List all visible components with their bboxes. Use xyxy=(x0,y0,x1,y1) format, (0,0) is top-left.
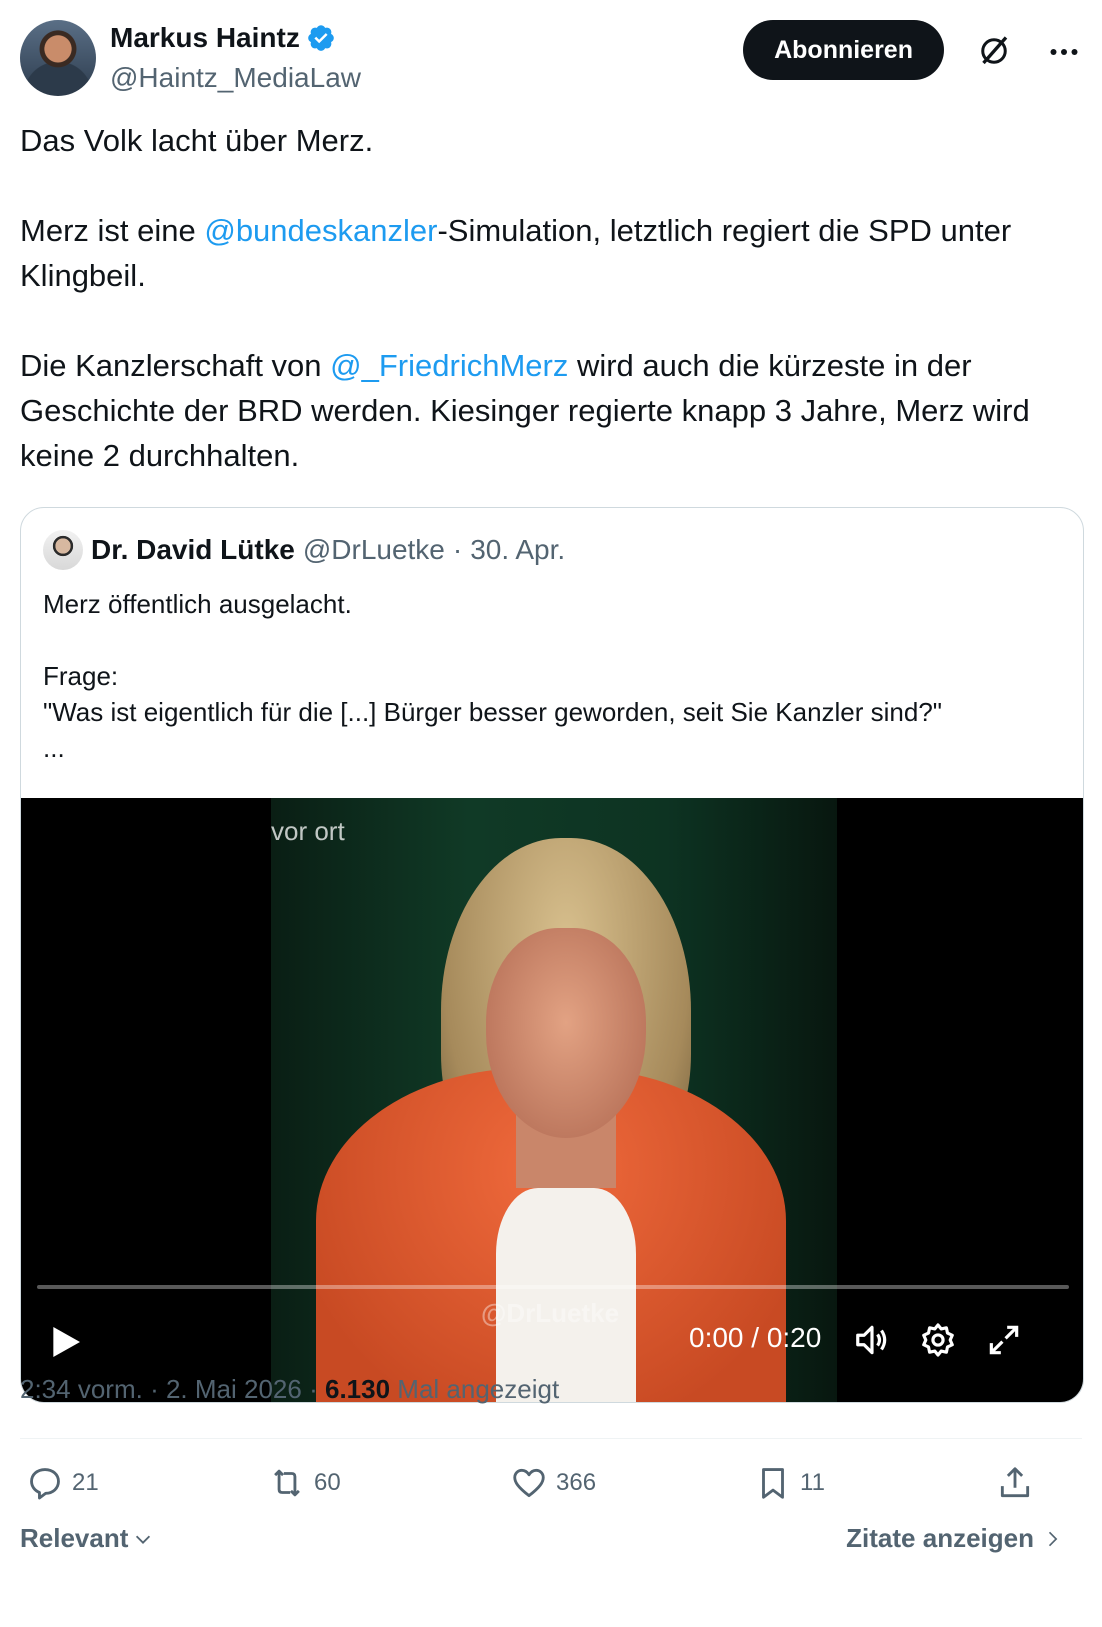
sort-label: Relevant xyxy=(20,1523,129,1553)
tweet-actions: 21 60 366 11 xyxy=(20,1458,1082,1508)
heart-icon xyxy=(513,1468,545,1498)
quote-author-name[interactable]: Dr. David Lütke xyxy=(91,534,295,566)
author-display-name[interactable]: Markus Haintz xyxy=(110,22,300,54)
quote-author-handle[interactable]: @DrLuetke xyxy=(303,534,445,566)
play-icon[interactable] xyxy=(45,1318,85,1366)
volume-icon[interactable] xyxy=(853,1321,891,1359)
like-button[interactable]: 366 xyxy=(510,1458,596,1508)
tweet-time[interactable]: 2:34 vorm. xyxy=(20,1374,143,1404)
repost-button[interactable]: 60 xyxy=(268,1458,341,1508)
settings-gear-icon[interactable] xyxy=(919,1321,957,1359)
fullscreen-icon[interactable] xyxy=(985,1321,1023,1359)
bookmark-button[interactable]: 11 xyxy=(754,1458,825,1508)
grok-icon[interactable] xyxy=(976,33,1012,69)
video-player[interactable]: vor ort @DrLuetke 0:00 / 0:20 xyxy=(21,798,1083,1402)
meta-separator: · xyxy=(309,1374,318,1404)
video-subject-face xyxy=(486,928,646,1138)
tweet-paragraph-3: Die Kanzlerschaft von @_FriedrichMerz wi… xyxy=(20,343,1082,478)
divider xyxy=(20,1438,1082,1439)
tweet-date[interactable]: 2. Mai 2026 xyxy=(166,1374,302,1404)
video-progress-bar[interactable] xyxy=(37,1285,1069,1289)
reply-count: 21 xyxy=(72,1469,99,1496)
quote-separator: · xyxy=(452,534,463,565)
quote-line-2: Frage: xyxy=(43,661,119,691)
tweet-paragraph-2: Merz ist eine @bundeskanzler-Simulation,… xyxy=(20,208,1082,298)
tweet-meta: 2:34 vorm. · 2. Mai 2026 · 6.130 Mal ang… xyxy=(20,1374,559,1405)
quote-header: Dr. David Lütke @DrLuetke · 30. Apr. xyxy=(43,530,565,570)
chevron-right-icon xyxy=(1048,1531,1058,1546)
author-name-row: Markus Haintz xyxy=(110,22,336,54)
bookmark-count: 11 xyxy=(800,1469,825,1496)
chevron-down-icon xyxy=(136,1535,151,1544)
quote-line-1: Merz öffentlich ausgelacht. xyxy=(43,589,352,619)
view-count: 6.130 xyxy=(324,1374,391,1404)
repost-count: 60 xyxy=(314,1469,341,1496)
share-icon xyxy=(1000,1467,1030,1498)
author-handle[interactable]: @Haintz_MediaLaw xyxy=(110,62,361,94)
view-count-label: Mal angezeigt xyxy=(397,1374,560,1404)
view-quotes-label: Zitate anzeigen xyxy=(846,1523,1034,1553)
video-watermark-top: vor ort xyxy=(271,816,345,846)
share-button[interactable] xyxy=(996,1458,1034,1508)
sort-replies-dropdown[interactable]: Relevant xyxy=(20,1523,154,1554)
video-time: 0:00 / 0:20 xyxy=(689,1322,822,1353)
verified-badge-icon[interactable] xyxy=(306,23,336,53)
tweet-text-segment: Die Kanzlerschaft von xyxy=(20,348,331,383)
follow-button[interactable]: Abonnieren xyxy=(743,20,944,80)
tweet-header: Markus Haintz @Haintz_MediaLaw Abonniere… xyxy=(20,20,1082,96)
meta-separator: · xyxy=(150,1374,159,1404)
view-quotes-link[interactable]: Zitate anzeigen xyxy=(846,1523,1062,1554)
reply-icon xyxy=(30,1468,60,1500)
reply-button[interactable]: 21 xyxy=(26,1458,99,1508)
author-avatar[interactable] xyxy=(20,20,96,96)
mention-link-bundeskanzler[interactable]: @bundeskanzler xyxy=(204,213,437,248)
quote-author-avatar[interactable] xyxy=(43,530,83,570)
tweet-text-segment: Merz ist eine xyxy=(20,213,205,248)
quoted-tweet[interactable]: Dr. David Lütke @DrLuetke · 30. Apr. Mer… xyxy=(20,507,1084,1403)
tweet-paragraph-1: Das Volk lacht über Merz. xyxy=(20,123,374,158)
quote-line-3: "Was ist eigentlich für die [...] Bürger… xyxy=(43,697,943,727)
quote-text: Merz öffentlich ausgelacht. Frage: "Was … xyxy=(43,586,1053,766)
quote-line-4: ... xyxy=(43,733,65,763)
video-controls: 0:00 / 0:20 xyxy=(21,1308,1083,1378)
repost-icon xyxy=(274,1469,300,1497)
quote-date[interactable]: 30. Apr. xyxy=(470,534,565,566)
tweet-text: Das Volk lacht über Merz. Merz ist eine … xyxy=(20,118,1082,478)
mention-link-friedrichmerz[interactable]: @_FriedrichMerz xyxy=(330,348,568,383)
bookmark-icon xyxy=(762,1468,784,1499)
like-count: 366 xyxy=(556,1469,597,1496)
more-options-icon[interactable] xyxy=(1046,34,1082,70)
